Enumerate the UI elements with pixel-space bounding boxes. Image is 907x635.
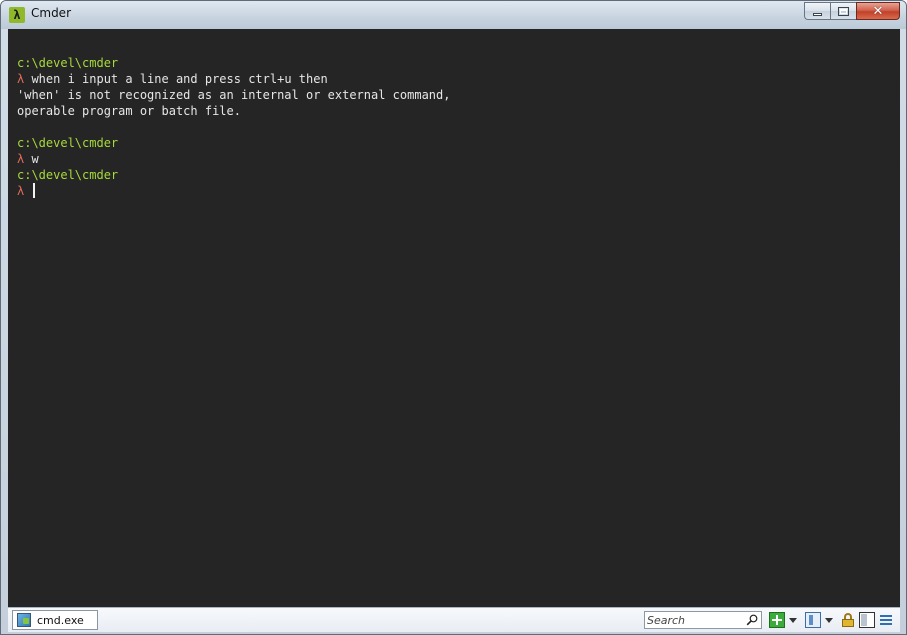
- lock-body: [842, 619, 854, 627]
- command-text: [24, 184, 31, 198]
- search-input[interactable]: [647, 613, 743, 627]
- terminal-line: λ w: [17, 151, 450, 167]
- menu-icon[interactable]: [878, 612, 894, 628]
- minimize-icon: [813, 13, 822, 16]
- search-box[interactable]: [644, 611, 762, 629]
- terminal-line: c:\devel\cmder: [17, 167, 450, 183]
- window-icon[interactable]: [859, 612, 875, 628]
- split-icon[interactable]: [805, 612, 821, 628]
- menu-bar: [880, 619, 892, 621]
- chevron-down-icon: [825, 618, 833, 623]
- cmd-icon: [17, 613, 31, 627]
- maximize-button[interactable]: [830, 2, 856, 20]
- minimize-button[interactable]: [804, 2, 830, 20]
- search-icon[interactable]: [746, 614, 758, 626]
- new-console-dropdown[interactable]: [788, 612, 798, 628]
- tab-cmd[interactable]: cmd.exe: [12, 610, 98, 630]
- terminal-line: 'when' is not recognized as an internal …: [17, 87, 450, 103]
- output-text: 'when' is not recognized as an internal …: [17, 88, 451, 102]
- terminal-output[interactable]: c:\devel\cmder λ when i input a line and …: [17, 55, 450, 199]
- cmder-window: λ Cmder ✕ c:\devel\cmder λ when i input a…: [0, 0, 907, 635]
- terminal-line: c:\devel\cmder: [17, 55, 450, 71]
- command-text: when i input a line and press ctrl+u the…: [24, 72, 328, 86]
- prompt-path: c:\devel\cmder: [17, 56, 119, 70]
- prompt-path: c:\devel\cmder: [17, 168, 119, 182]
- menu-bar: [880, 615, 892, 617]
- output-text: operable program or batch file.: [17, 104, 241, 118]
- split-dropdown[interactable]: [824, 612, 834, 628]
- terminal-line: c:\devel\cmder: [17, 135, 450, 151]
- maximize-icon: [838, 7, 849, 16]
- command-text: w: [24, 152, 39, 166]
- terminal-line: operable program or batch file.: [17, 103, 450, 119]
- chevron-down-icon: [789, 618, 797, 623]
- lock-icon[interactable]: [840, 612, 856, 628]
- terminal-line: λ: [17, 183, 450, 199]
- tab-label: cmd.exe: [37, 614, 84, 627]
- prompt-path: c:\devel\cmder: [17, 136, 119, 150]
- status-bar: cmd.exe: [8, 607, 900, 632]
- menu-bar: [880, 623, 892, 625]
- text-cursor: [33, 183, 36, 198]
- lambda-icon[interactable]: λ: [9, 7, 25, 23]
- terminal-line: λ when i input a line and press ctrl+u t…: [17, 71, 450, 87]
- close-button[interactable]: ✕: [856, 2, 900, 20]
- window-title: Cmder: [31, 6, 72, 20]
- console-area[interactable]: c:\devel\cmder λ when i input a line and …: [8, 29, 900, 607]
- close-icon: ✕: [872, 4, 884, 19]
- plus-icon[interactable]: [769, 612, 785, 628]
- title-bar[interactable]: λ Cmder ✕: [1, 1, 906, 29]
- window-controls: ✕: [804, 2, 900, 21]
